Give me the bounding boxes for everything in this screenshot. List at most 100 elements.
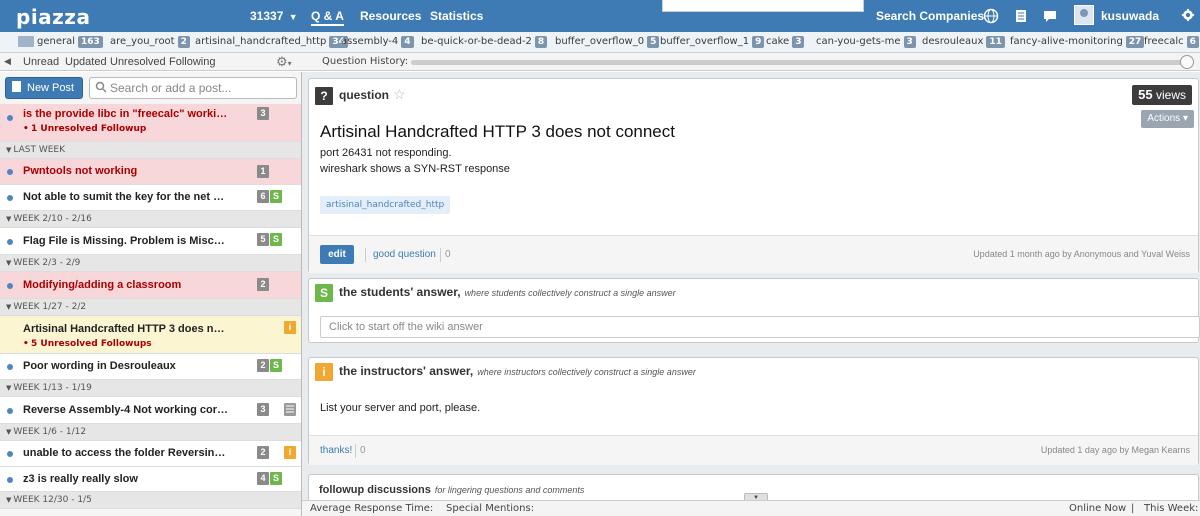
feed-item-followups: 1 Unresolved Followup	[23, 124, 146, 134]
folder-artisinal-handcrafted-http[interactable]: artisinal_handcrafted_http 34	[195, 36, 348, 48]
filter-unresolved[interactable]: Unresolved	[110, 56, 166, 68]
feed-item[interactable]: Modifying/adding a classroom 2	[0, 272, 301, 299]
chat-icon[interactable]	[1042, 8, 1058, 24]
folder-be-quick-or-be-dead-2[interactable]: be-quick-or-be-dead-2 8	[421, 36, 548, 48]
unread-dot	[7, 169, 13, 175]
folder-name: assembly-4	[341, 36, 399, 47]
folder-tag[interactable]: artisinal_handcrafted_http	[320, 196, 451, 214]
week-header[interactable]: ▼ WEEK 2/10 - 2/16	[0, 211, 301, 228]
edit-button[interactable]: edit	[320, 245, 354, 264]
feed-item-title: unable to access the folder Reversing ..…	[23, 447, 228, 459]
week-header[interactable]: ▼ WEEK 2/3 - 2/9	[0, 255, 301, 272]
feed-item[interactable]: unable to access the folder Reversing ..…	[0, 441, 301, 467]
divider	[440, 248, 441, 262]
folder-are-you-root[interactable]: are_you_root 2	[110, 36, 190, 48]
collapse-triangle-icon: ▼	[6, 428, 12, 436]
note-icon	[284, 403, 296, 416]
feed-item[interactable]: is the provide libc in "freecalc" workin…	[0, 104, 301, 142]
folder-buffer-overflow-0[interactable]: buffer_overflow_0 5	[555, 36, 660, 48]
week-header[interactable]: ▼ LAST WEEK	[0, 142, 301, 159]
week-label: WEEK 1/6 - 1/12	[13, 427, 87, 437]
feed-item[interactable]: z3 is really really slow 4 S	[0, 467, 301, 492]
week-label: WEEK 1/27 - 2/2	[13, 302, 87, 312]
question-body-line: port 26431 not responding.	[320, 147, 452, 159]
folder-desrouleaux[interactable]: desrouleaux 11	[922, 36, 1005, 48]
feed-item[interactable]: Flag File is Missing. Problem is Miscon.…	[0, 228, 301, 255]
nav-qa[interactable]: Q & A	[311, 9, 344, 26]
reply-count-badge: 3	[257, 403, 269, 416]
star-icon[interactable]: ☆	[393, 86, 406, 103]
folder-name: be-quick-or-be-dead-2	[421, 36, 532, 47]
feed-item[interactable]: Poor wording in Desrouleaux 2 S	[0, 354, 301, 380]
folder-general[interactable]: general 163	[37, 36, 103, 48]
reply-count-badge: 2	[257, 446, 269, 459]
folder-name: freecalc	[1144, 36, 1184, 47]
piazza-logo[interactable]: piazza	[16, 5, 90, 29]
notebook-icon[interactable]	[1013, 8, 1029, 24]
feed-item-title: Pwntools not working	[23, 165, 138, 177]
course-selector[interactable]: 31337 ▼	[250, 9, 298, 23]
gear-icon[interactable]	[1180, 8, 1196, 24]
search-box[interactable]	[89, 77, 297, 99]
question-history-slider[interactable]	[411, 60, 1192, 65]
globe-icon[interactable]	[983, 8, 999, 24]
new-post-button[interactable]: New Post	[5, 77, 83, 99]
folder-name: fancy-alive-monitoring	[1010, 36, 1123, 47]
week-label: WEEK 2/3 - 2/9	[13, 258, 81, 268]
week-header[interactable]: ▼ WEEK 1/6 - 1/12	[0, 424, 301, 441]
folder-count: 27	[1125, 36, 1145, 48]
week-label: WEEK 1/13 - 1/19	[13, 383, 92, 393]
chevron-down-icon: ▾	[1182, 113, 1188, 124]
folder-fancy-alive-monitoring[interactable]: fancy-alive-monitoring 27	[1010, 36, 1145, 48]
feed-item-title: Poor wording in Desrouleaux	[23, 360, 176, 372]
wiki-answer-input[interactable]: Click to start off the wiki answer	[320, 316, 1200, 338]
week-header[interactable]: ▼ WEEK 1/13 - 1/19	[0, 380, 301, 397]
reply-count-badge: 5	[257, 233, 269, 246]
username[interactable]: kusuwada	[1101, 9, 1159, 23]
filter-following[interactable]: Following	[169, 56, 215, 68]
divider	[355, 444, 356, 458]
feed-item[interactable]: Pwntools not working 1	[0, 159, 301, 185]
question-card: ? question ☆ 55 views Actions ▾ Artisina…	[308, 78, 1199, 273]
search-icon	[95, 81, 107, 96]
instructors-answer-heading: the instructors' answer,	[339, 364, 474, 378]
search-input[interactable]	[110, 80, 290, 96]
filter-unread[interactable]: Unread	[23, 56, 59, 68]
folder-name: desrouleaux	[922, 36, 984, 47]
views-count: 55	[1138, 87, 1153, 102]
folder-can-you-gets-me[interactable]: can-you-gets-me 3	[816, 36, 916, 48]
online-now: Online Now	[1069, 503, 1127, 514]
thanks-button[interactable]: thanks!	[320, 445, 352, 456]
question-updated-text: Updated 1 month ago by Anonymous and Yuv…	[973, 249, 1190, 259]
week-header[interactable]: ▼ WEEK 1/27 - 2/2	[0, 299, 301, 316]
nav-statistics[interactable]: Statistics	[430, 9, 483, 23]
folder-cake[interactable]: cake 3	[766, 36, 805, 48]
folder-assembly-4[interactable]: assembly-4 4	[341, 36, 414, 48]
week-header[interactable]: ▼ WEEK 12/30 - 1/5	[0, 492, 301, 509]
collapse-triangle-icon: ▼	[6, 384, 12, 392]
filter-settings-gear-icon[interactable]: ⚙▾	[276, 54, 292, 70]
instructors-answer-updated-text: Updated 1 day ago by Megan Kearns	[1040, 445, 1190, 455]
folder-count: 2	[177, 36, 190, 48]
collapse-left-icon[interactable]: ◀	[4, 56, 11, 67]
question-history-handle[interactable]	[1180, 55, 1194, 69]
week-label: WEEK 2/10 - 2/16	[13, 214, 92, 224]
feed-item[interactable]: Reverse Assembly-4 Not working corr... 3	[0, 397, 301, 424]
collapse-triangle-icon: ▼	[6, 215, 12, 223]
week-label: LAST WEEK	[13, 145, 66, 155]
feed-item[interactable]: Not able to sumit the key for the net ca…	[0, 185, 301, 211]
students-answer-heading: the students' answer,	[339, 285, 461, 299]
good-question-button[interactable]: good question	[373, 249, 436, 260]
feed-item-selected[interactable]: Artisinal Handcrafted HTTP 3 does not ..…	[0, 316, 301, 354]
folder-buffer-overflow-1[interactable]: buffer_overflow_1 9	[660, 36, 765, 48]
search-companies-link[interactable]: Search Companies	[876, 9, 984, 23]
actions-dropdown[interactable]: Actions ▾	[1141, 110, 1194, 128]
filter-updated[interactable]: Updated	[65, 56, 107, 68]
folder-freecalc[interactable]: freecalc 6	[1144, 36, 1199, 48]
question-title: Artisinal Handcrafted HTTP 3 does not co…	[320, 122, 675, 141]
feed-item-title: Modifying/adding a classroom	[23, 279, 182, 291]
avatar[interactable]	[1074, 5, 1094, 25]
special-mentions: Special Mentions:	[446, 503, 535, 514]
reply-count-badge: 6	[257, 190, 269, 203]
nav-resources[interactable]: Resources	[360, 9, 421, 23]
